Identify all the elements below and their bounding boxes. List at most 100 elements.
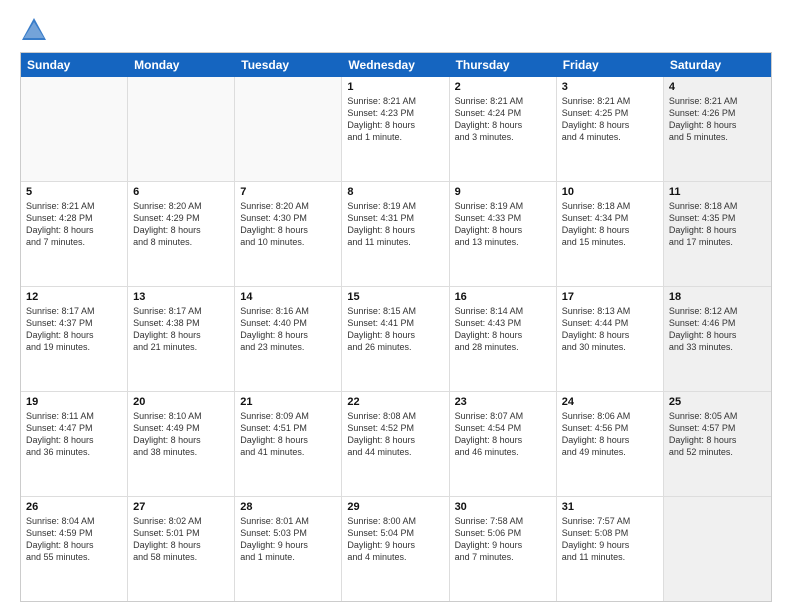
day-number: 14 xyxy=(240,291,336,303)
cell-info: Sunrise: 8:16 AM Sunset: 4:40 PM Dayligh… xyxy=(240,305,336,354)
day-number: 15 xyxy=(347,291,443,303)
cell-info: Sunrise: 8:13 AM Sunset: 4:44 PM Dayligh… xyxy=(562,305,658,354)
day-number: 28 xyxy=(240,501,336,513)
day-number: 9 xyxy=(455,186,551,198)
weekday-header-friday: Friday xyxy=(557,53,664,77)
cell-info: Sunrise: 8:11 AM Sunset: 4:47 PM Dayligh… xyxy=(26,410,122,459)
day-number: 16 xyxy=(455,291,551,303)
calendar-row-3: 12 Sunrise: 8:17 AM Sunset: 4:37 PM Dayli… xyxy=(21,287,771,392)
day-number: 5 xyxy=(26,186,122,198)
calendar-cell: 31 Sunrise: 7:57 AM Sunset: 5:08 PM Dayli… xyxy=(557,497,664,601)
cell-info: Sunrise: 8:15 AM Sunset: 4:41 PM Dayligh… xyxy=(347,305,443,354)
day-number: 6 xyxy=(133,186,229,198)
calendar-cell xyxy=(21,77,128,181)
day-number: 11 xyxy=(669,186,766,198)
calendar-cell: 24 Sunrise: 8:06 AM Sunset: 4:56 PM Dayli… xyxy=(557,392,664,496)
calendar-cell: 26 Sunrise: 8:04 AM Sunset: 4:59 PM Dayli… xyxy=(21,497,128,601)
cell-info: Sunrise: 8:04 AM Sunset: 4:59 PM Dayligh… xyxy=(26,515,122,564)
day-number: 7 xyxy=(240,186,336,198)
calendar-cell: 5 Sunrise: 8:21 AM Sunset: 4:28 PM Daylig… xyxy=(21,182,128,286)
day-number: 31 xyxy=(562,501,658,513)
calendar-cell: 30Sunrise: 7:58 AM Sunset: 5:06 PM Dayli… xyxy=(450,497,557,601)
header xyxy=(20,16,772,44)
weekday-header-monday: Monday xyxy=(128,53,235,77)
day-number: 26 xyxy=(26,501,122,513)
calendar-cell: 18 Sunrise: 8:12 AM Sunset: 4:46 PM Dayli… xyxy=(664,287,771,391)
cell-info: Sunrise: 8:00 AM Sunset: 5:04 PM Dayligh… xyxy=(347,515,443,564)
calendar-cell: 6 Sunrise: 8:20 AM Sunset: 4:29 PM Daylig… xyxy=(128,182,235,286)
logo-icon xyxy=(20,16,48,44)
weekday-header-saturday: Saturday xyxy=(664,53,771,77)
calendar-cell: 13 Sunrise: 8:17 AM Sunset: 4:38 PM Dayli… xyxy=(128,287,235,391)
calendar-cell: 17 Sunrise: 8:13 AM Sunset: 4:44 PM Dayli… xyxy=(557,287,664,391)
day-number: 1 xyxy=(347,81,443,93)
calendar-cell xyxy=(664,497,771,601)
day-number: 13 xyxy=(133,291,229,303)
calendar-cell xyxy=(128,77,235,181)
day-number: 24 xyxy=(562,396,658,408)
day-number: 8 xyxy=(347,186,443,198)
cell-info: Sunrise: 8:17 AM Sunset: 4:37 PM Dayligh… xyxy=(26,305,122,354)
calendar-cell: 21Sunrise: 8:09 AM Sunset: 4:51 PM Dayli… xyxy=(235,392,342,496)
calendar-body: 1 Sunrise: 8:21 AM Sunset: 4:23 PM Daylig… xyxy=(21,77,771,601)
calendar-cell: 28Sunrise: 8:01 AM Sunset: 5:03 PM Dayli… xyxy=(235,497,342,601)
calendar-cell: 14 Sunrise: 8:16 AM Sunset: 4:40 PM Dayli… xyxy=(235,287,342,391)
cell-info: Sunrise: 8:21 AM Sunset: 4:24 PM Dayligh… xyxy=(455,95,551,144)
day-number: 20 xyxy=(133,396,229,408)
calendar-cell: 20 Sunrise: 8:10 AM Sunset: 4:49 PM Dayli… xyxy=(128,392,235,496)
logo xyxy=(20,16,52,44)
cell-info: Sunrise: 8:10 AM Sunset: 4:49 PM Dayligh… xyxy=(133,410,229,459)
day-number: 17 xyxy=(562,291,658,303)
calendar-cell: 15 Sunrise: 8:15 AM Sunset: 4:41 PM Dayli… xyxy=(342,287,449,391)
day-number: 27 xyxy=(133,501,229,513)
cell-info: Sunrise: 8:14 AM Sunset: 4:43 PM Dayligh… xyxy=(455,305,551,354)
day-number: 25 xyxy=(669,396,766,408)
cell-info: Sunrise: 8:05 AM Sunset: 4:57 PM Dayligh… xyxy=(669,410,766,459)
cell-info: Sunrise: 7:58 AM Sunset: 5:06 PM Dayligh… xyxy=(455,515,551,564)
calendar-cell: 7 Sunrise: 8:20 AM Sunset: 4:30 PM Daylig… xyxy=(235,182,342,286)
cell-info: Sunrise: 8:06 AM Sunset: 4:56 PM Dayligh… xyxy=(562,410,658,459)
calendar-cell: 19Sunrise: 8:11 AM Sunset: 4:47 PM Dayli… xyxy=(21,392,128,496)
calendar-cell: 16 Sunrise: 8:14 AM Sunset: 4:43 PM Dayli… xyxy=(450,287,557,391)
cell-info: Sunrise: 8:21 AM Sunset: 4:25 PM Dayligh… xyxy=(562,95,658,144)
calendar-cell: 2 Sunrise: 8:21 AM Sunset: 4:24 PM Daylig… xyxy=(450,77,557,181)
calendar-cell: 25 Sunrise: 8:05 AM Sunset: 4:57 PM Dayli… xyxy=(664,392,771,496)
day-number: 23 xyxy=(455,396,551,408)
calendar-cell: 27 Sunrise: 8:02 AM Sunset: 5:01 PM Dayli… xyxy=(128,497,235,601)
cell-info: Sunrise: 8:21 AM Sunset: 4:26 PM Dayligh… xyxy=(669,95,766,144)
weekday-header-thursday: Thursday xyxy=(450,53,557,77)
calendar-cell: 22Sunrise: 8:08 AM Sunset: 4:52 PM Dayli… xyxy=(342,392,449,496)
calendar-cell: 29Sunrise: 8:00 AM Sunset: 5:04 PM Dayli… xyxy=(342,497,449,601)
day-number: 3 xyxy=(562,81,658,93)
calendar-cell: 3 Sunrise: 8:21 AM Sunset: 4:25 PM Daylig… xyxy=(557,77,664,181)
calendar-row-1: 1 Sunrise: 8:21 AM Sunset: 4:23 PM Daylig… xyxy=(21,77,771,182)
cell-info: Sunrise: 8:21 AM Sunset: 4:23 PM Dayligh… xyxy=(347,95,443,144)
cell-info: Sunrise: 7:57 AM Sunset: 5:08 PM Dayligh… xyxy=(562,515,658,564)
calendar-cell: 11Sunrise: 8:18 AM Sunset: 4:35 PM Dayli… xyxy=(664,182,771,286)
calendar-cell: 1 Sunrise: 8:21 AM Sunset: 4:23 PM Daylig… xyxy=(342,77,449,181)
cell-info: Sunrise: 8:09 AM Sunset: 4:51 PM Dayligh… xyxy=(240,410,336,459)
cell-info: Sunrise: 8:02 AM Sunset: 5:01 PM Dayligh… xyxy=(133,515,229,564)
day-number: 12 xyxy=(26,291,122,303)
calendar: SundayMondayTuesdayWednesdayThursdayFrid… xyxy=(20,52,772,602)
cell-info: Sunrise: 8:08 AM Sunset: 4:52 PM Dayligh… xyxy=(347,410,443,459)
calendar-header: SundayMondayTuesdayWednesdayThursdayFrid… xyxy=(21,53,771,77)
cell-info: Sunrise: 8:20 AM Sunset: 4:29 PM Dayligh… xyxy=(133,200,229,249)
calendar-row-5: 26 Sunrise: 8:04 AM Sunset: 4:59 PM Dayli… xyxy=(21,497,771,601)
calendar-cell: 23 Sunrise: 8:07 AM Sunset: 4:54 PM Dayli… xyxy=(450,392,557,496)
calendar-cell: 12 Sunrise: 8:17 AM Sunset: 4:37 PM Dayli… xyxy=(21,287,128,391)
calendar-row-2: 5 Sunrise: 8:21 AM Sunset: 4:28 PM Daylig… xyxy=(21,182,771,287)
weekday-header-tuesday: Tuesday xyxy=(235,53,342,77)
calendar-cell: 4Sunrise: 8:21 AM Sunset: 4:26 PM Daylig… xyxy=(664,77,771,181)
day-number: 18 xyxy=(669,291,766,303)
calendar-row-4: 19Sunrise: 8:11 AM Sunset: 4:47 PM Dayli… xyxy=(21,392,771,497)
day-number: 2 xyxy=(455,81,551,93)
cell-info: Sunrise: 8:17 AM Sunset: 4:38 PM Dayligh… xyxy=(133,305,229,354)
day-number: 10 xyxy=(562,186,658,198)
cell-info: Sunrise: 8:07 AM Sunset: 4:54 PM Dayligh… xyxy=(455,410,551,459)
cell-info: Sunrise: 8:20 AM Sunset: 4:30 PM Dayligh… xyxy=(240,200,336,249)
cell-info: Sunrise: 8:12 AM Sunset: 4:46 PM Dayligh… xyxy=(669,305,766,354)
cell-info: Sunrise: 8:21 AM Sunset: 4:28 PM Dayligh… xyxy=(26,200,122,249)
calendar-cell: 10Sunrise: 8:18 AM Sunset: 4:34 PM Dayli… xyxy=(557,182,664,286)
calendar-cell: 8Sunrise: 8:19 AM Sunset: 4:31 PM Daylig… xyxy=(342,182,449,286)
